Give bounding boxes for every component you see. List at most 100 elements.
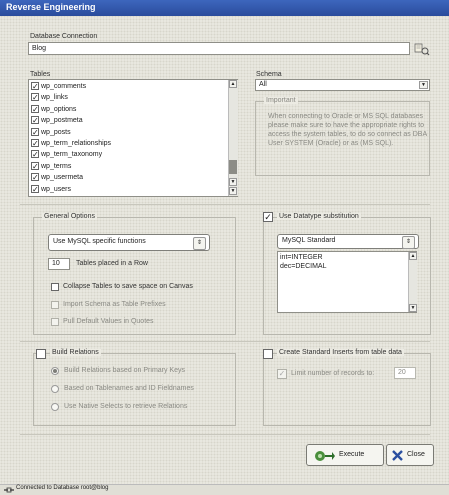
functions-select-value: Use MySQL specific functions: [53, 238, 146, 245]
standard-inserts-group: [263, 353, 431, 426]
connection-value: Blog: [32, 45, 47, 52]
schema-label: Schema: [256, 71, 282, 78]
build-relations-title: Build Relations: [50, 349, 101, 356]
pull-defaults-label: Pull Default Values in Quotes: [63, 318, 154, 325]
relations-option-radio[interactable]: [51, 385, 59, 393]
table-list-item[interactable]: ✓ wp_term_taxonomy: [31, 150, 102, 159]
chevron-updown-icon: ⇕: [402, 236, 415, 249]
table-name: wp_comments: [41, 82, 87, 90]
table-checkbox[interactable]: ✓: [31, 139, 39, 148]
connection-field[interactable]: Blog: [28, 42, 410, 55]
relations-option-radio[interactable]: [51, 403, 59, 411]
pull-defaults-checkbox[interactable]: [51, 318, 59, 326]
table-list-item[interactable]: ✓ wp_options: [31, 104, 76, 114]
relations-option-radio[interactable]: [51, 367, 59, 375]
divider: [20, 204, 430, 205]
table-list-item[interactable]: ✓ wp_posts: [31, 127, 71, 137]
table-list-item[interactable]: ✓ wp_usermeta: [31, 173, 83, 182]
table-name: wp_users: [41, 185, 71, 193]
table-checkbox[interactable]: ✓: [31, 161, 39, 170]
table-name: wp_postmeta: [41, 117, 83, 125]
tables-list[interactable]: ✓ wp_comments ✓ wp_links ✓ wp_options ✓ wp_post…: [28, 79, 238, 197]
relations-option-label: Build Relations based on Primary Keys: [64, 367, 186, 374]
table-name: wp_links: [41, 94, 68, 102]
functions-select[interactable]: Use MySQL specific functions ⇕: [48, 234, 210, 251]
divider: [20, 434, 430, 435]
scroll-down-icon[interactable]: ▼: [229, 187, 237, 195]
chevron-down-icon: ▼: [419, 81, 428, 89]
tables-per-row-value: 10: [52, 260, 60, 267]
standard-inserts-title: Create Standard Inserts from table data: [277, 349, 404, 356]
schema-value: All: [259, 81, 267, 88]
table-name: wp_terms: [41, 162, 72, 170]
important-note: Important When connecting to Oracle or M…: [255, 97, 430, 176]
table-checkbox[interactable]: ✓: [31, 104, 39, 113]
reverse-engineering-window: Reverse Engineering Database Connection …: [0, 0, 449, 495]
tables-scrollbar[interactable]: ▲ ▼ ▼: [228, 80, 238, 196]
datatype-scrollbar[interactable]: ▲ ▼: [408, 252, 417, 312]
relations-option-label: Based on Tablenames and ID Fieldnames: [64, 385, 194, 392]
scroll-thumb[interactable]: [229, 160, 237, 174]
general-options-title: General Options: [42, 213, 97, 220]
tables-label: Tables: [30, 71, 51, 78]
execute-label: Execute: [339, 451, 365, 458]
window-title: Reverse Engineering: [6, 2, 96, 12]
scroll-up-icon[interactable]: ▲: [229, 80, 237, 88]
table-name: wp_usermeta: [41, 174, 84, 182]
connection-label: Database Connection: [30, 33, 98, 40]
table-checkbox[interactable]: ✓: [31, 93, 39, 102]
collapse-label: Collapse Tables to save space on Canvas: [63, 283, 193, 290]
limit-records-input[interactable]: 20: [394, 367, 416, 379]
table-checkbox[interactable]: ✓: [31, 150, 39, 159]
import-schema-checkbox[interactable]: [51, 301, 59, 309]
table-list-item[interactable]: ✓ wp_postmeta: [31, 116, 83, 125]
table-name: wp_term_taxonomy: [41, 151, 103, 159]
divider: [20, 341, 430, 342]
table-checkbox[interactable]: ✓: [31, 184, 39, 193]
datatype-checkbox[interactable]: ✓: [263, 212, 273, 222]
import-schema-label: Import Schema as Table Prefixes: [63, 301, 166, 308]
scroll-down-icon[interactable]: ▼: [409, 304, 417, 312]
status-text: Connected to Database root@blog: [16, 485, 109, 491]
title-bar: Reverse Engineering: [0, 0, 449, 16]
execute-button[interactable]: Execute: [306, 444, 384, 466]
close-label: Close: [407, 451, 425, 458]
close-icon: [392, 450, 403, 461]
important-text: When connecting to Oracle or MS SQL data…: [268, 113, 427, 147]
schema-select[interactable]: All ▼: [255, 79, 430, 91]
tables-per-row-input[interactable]: 10: [48, 258, 70, 270]
connection-settings-icon[interactable]: [414, 42, 430, 56]
table-name: wp_term_relationships: [41, 139, 112, 147]
table-name: wp_posts: [41, 128, 71, 136]
limit-records-value: 20: [398, 369, 406, 376]
important-title: Important: [264, 97, 298, 104]
table-list-item[interactable]: ✓ wp_terms: [31, 161, 72, 171]
table-list-item[interactable]: ✓ wp_comments: [31, 82, 86, 91]
table-list-item[interactable]: ✓ wp_term_relationships: [31, 139, 111, 148]
close-button[interactable]: Close: [386, 444, 434, 466]
datatype-line: int=INTEGER: [280, 254, 323, 261]
standard-inserts-checkbox[interactable]: [263, 349, 273, 359]
chevron-updown-icon: ⇕: [193, 237, 206, 250]
datatype-select-value: MySQL Standard: [282, 237, 336, 244]
table-checkbox[interactable]: ✓: [31, 127, 39, 136]
table-checkbox[interactable]: ✓: [31, 173, 39, 182]
table-list-item[interactable]: ✓ wp_users: [31, 184, 71, 194]
scroll-down-icon[interactable]: ▼: [229, 178, 237, 186]
datatype-select[interactable]: MySQL Standard ⇕: [277, 234, 419, 249]
collapse-checkbox[interactable]: [51, 283, 59, 291]
status-bar: Connected to Database root@blog: [0, 484, 449, 495]
build-relations-checkbox[interactable]: [36, 349, 46, 359]
limit-records-checkbox[interactable]: ✓: [277, 369, 287, 379]
table-checkbox[interactable]: ✓: [31, 82, 39, 91]
limit-records-label: Limit number of records to:: [291, 370, 375, 377]
datatype-line: dec=DECIMAL: [280, 263, 327, 270]
relations-option-label: Use Native Selects to retrieve Relations: [64, 403, 188, 410]
scroll-up-icon[interactable]: ▲: [409, 252, 417, 260]
datatype-mapping-textarea[interactable]: int=INTEGER dec=DECIMAL ▲ ▼: [277, 251, 417, 313]
table-list-item[interactable]: ✓ wp_links: [31, 93, 68, 102]
table-checkbox[interactable]: ✓: [31, 116, 39, 125]
tables-per-row-label: Tables placed in a Row: [76, 260, 148, 267]
execute-icon: [315, 451, 335, 461]
datatype-title: Use Datatype substitution: [277, 213, 361, 220]
